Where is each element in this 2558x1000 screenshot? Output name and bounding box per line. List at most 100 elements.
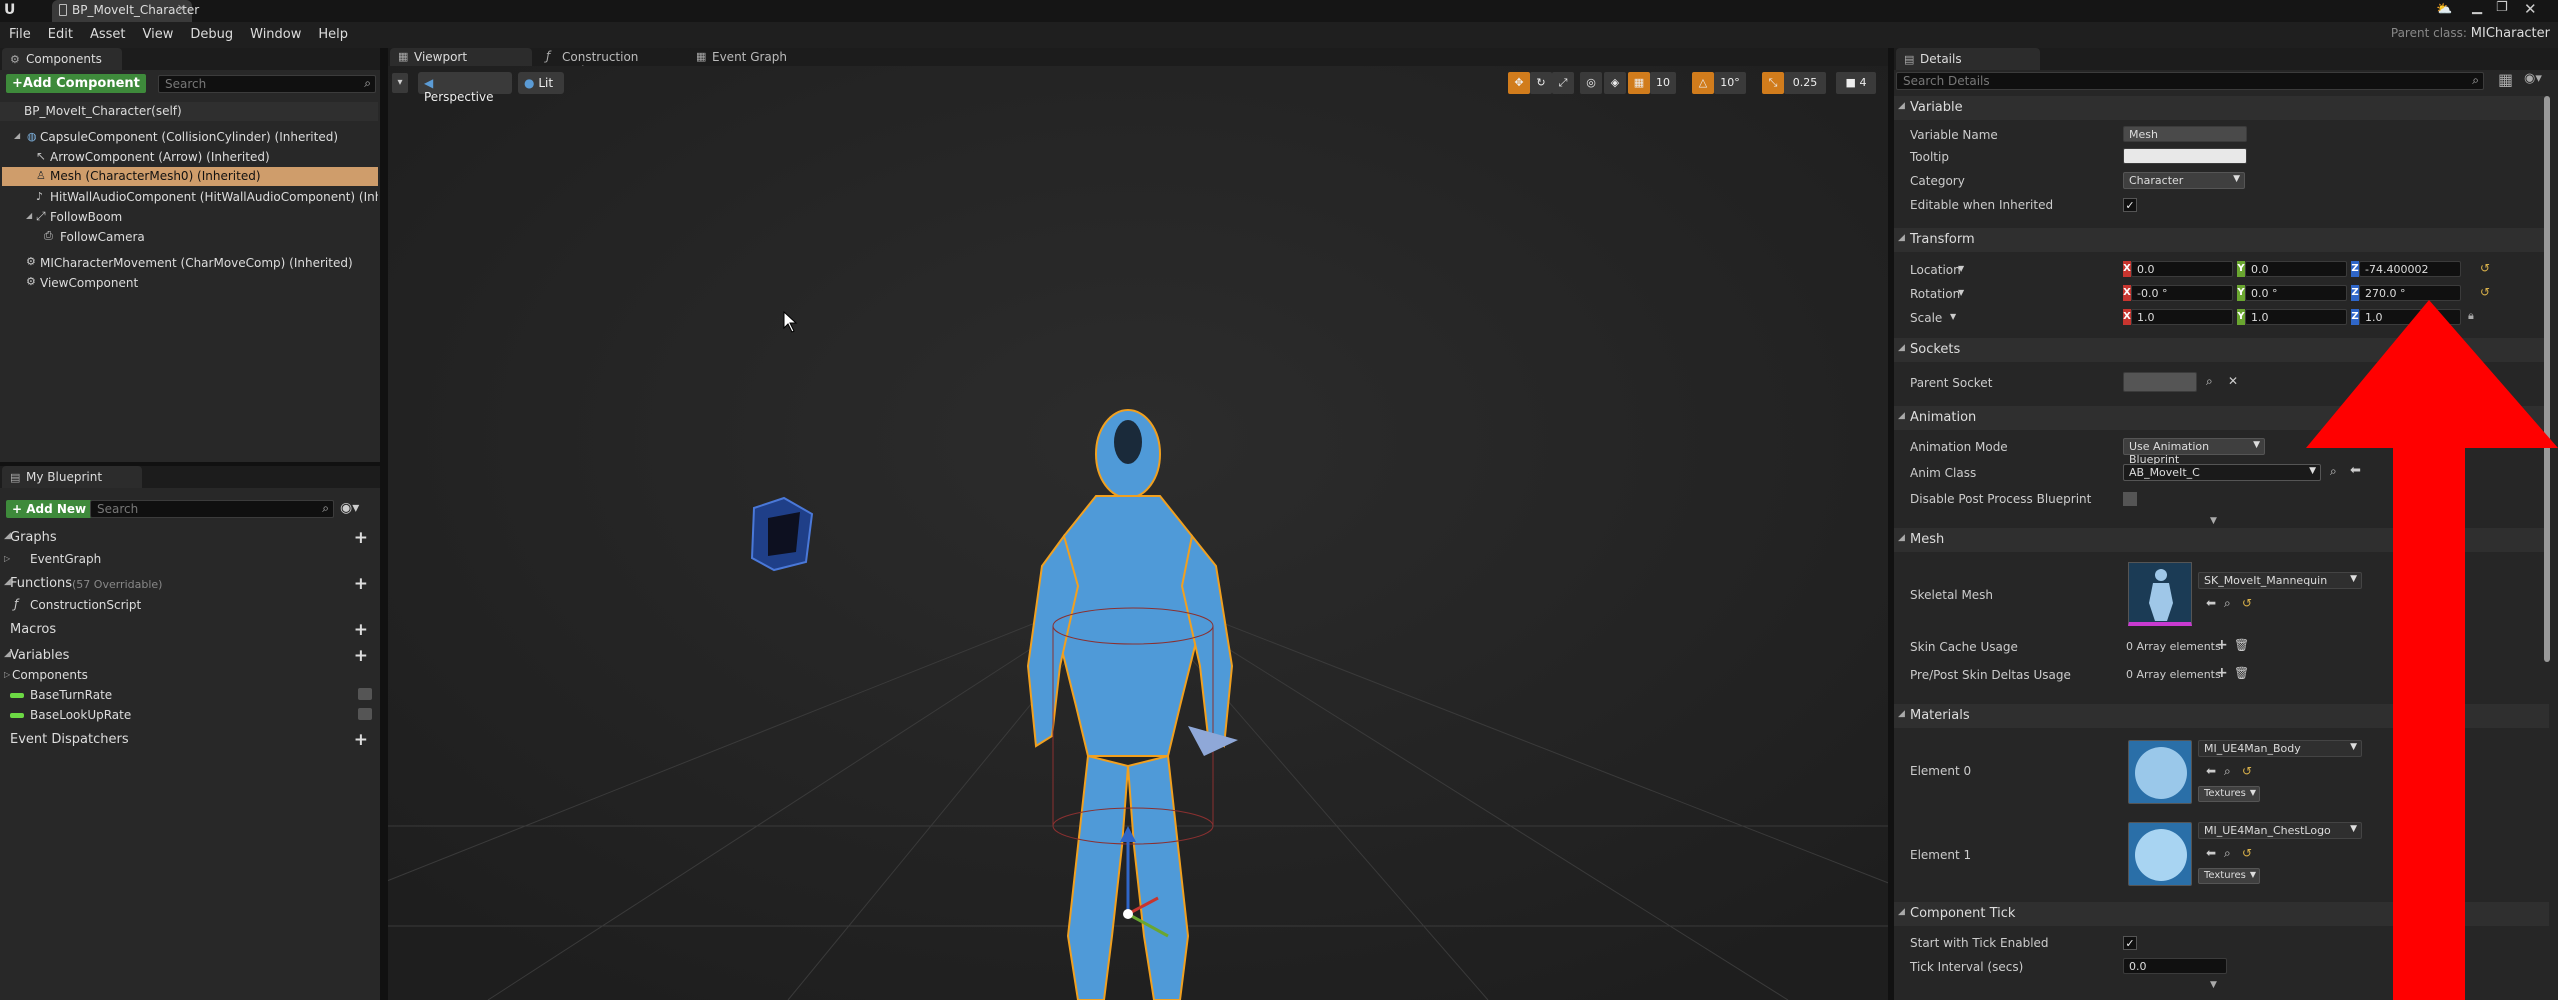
disable-post-process-checkbox[interactable] [2123,492,2137,506]
category-dropdown[interactable]: Character ▼ [2123,172,2245,189]
tab-viewport[interactable]: ▦ Viewport [390,48,532,66]
components-search-input[interactable]: Search ⌕ [158,75,376,93]
material-0-thumbnail[interactable] [2128,740,2192,804]
tree-item-self[interactable]: BP_MoveIt_Character(self) [0,102,378,121]
skeletal-mesh-thumbnail[interactable] [2128,562,2192,626]
property-matrix-icon[interactable]: ▦ [2498,70,2513,89]
functions-section[interactable]: ◢ Functions (57 Overridable) + [0,574,378,594]
tree-item-mesh[interactable]: ♙ Mesh (CharacterMesh0) (Inherited) [2,167,378,186]
tab-construction-script[interactable]: ƒ Construction Scrip [538,48,670,78]
use-selected-arrow-icon[interactable]: ⬅ [2206,846,2216,860]
trash-icon[interactable]: 🗑︎ [2234,638,2249,652]
tree-item-arrow[interactable]: ↖ ArrowComponent (Arrow) (Inherited) [0,148,378,167]
variable-section[interactable]: ◢ Variable [1894,96,2549,120]
expand-arrow-icon[interactable]: ◢ [26,211,32,220]
coordinate-space-icon[interactable]: ◎ [1580,72,1602,94]
add-graph-icon[interactable]: + [354,528,368,548]
location-y-field[interactable]: 0.0 [2245,261,2347,277]
add-component-button[interactable]: +Add Component [6,74,146,93]
tree-item-movement[interactable]: ⚙ MICharacterMovement (CharMoveComp) (In… [0,254,378,273]
menu-edit[interactable]: Edit [39,22,81,42]
add-element-icon[interactable]: + [2216,665,2228,681]
collapse-arrow-icon[interactable]: ◢ [1898,101,1905,111]
start-tick-checkbox[interactable]: ✓ [2123,936,2137,950]
rotation-snap-icon[interactable]: △ [1692,72,1714,94]
add-new-button[interactable]: + Add New [6,500,93,518]
editable-inherited-checkbox[interactable]: ✓ [2123,198,2137,212]
anim-class-dropdown[interactable]: AB_MoveIt_C ▼ [2123,464,2321,481]
collapse-arrow-icon[interactable]: ◢ [1898,343,1905,353]
rotate-tool-icon[interactable]: ↻ [1530,72,1552,94]
perspective-button[interactable]: ◀ Perspective [418,72,512,104]
menu-asset[interactable]: Asset [81,22,134,42]
tree-item-followcamera[interactable]: ⎙ FollowCamera [0,228,378,247]
graphs-section[interactable]: ◢ Graphs + [0,528,378,548]
use-selected-arrow-icon[interactable]: ⬅ [2206,764,2216,778]
event-dispatchers-section[interactable]: Event Dispatchers + [0,730,378,750]
list-item-eventgraph[interactable]: ▷ EventGraph [0,550,378,569]
maximize-icon[interactable]: ❐ [2496,0,2508,15]
close-tab-icon[interactable]: ✕ [177,2,186,15]
trash-icon[interactable]: 🗑︎ [2234,666,2249,680]
advanced-expand-icon[interactable]: ▼ [2210,980,2217,990]
variable-baseturnrate[interactable]: BaseTurnRate [0,686,378,705]
visibility-eye-icon[interactable]: ◉▾ [340,500,359,516]
collapse-arrow-icon[interactable]: ◢ [1898,907,1905,917]
list-item-constructionscript[interactable]: ƒ ConstructionScript [0,596,378,615]
source-control-icon[interactable]: ⛅ [2436,2,2452,17]
scale-x-field[interactable]: 1.0 [2131,309,2233,325]
minimize-icon[interactable]: ▁ [2472,0,2482,15]
rotation-x-field[interactable]: -0.0 ° [2131,285,2233,301]
search-icon[interactable]: ⌕ [2224,846,2231,861]
variable-baselookuprate[interactable]: BaseLookUpRate [0,706,378,725]
document-tab[interactable]: BP_MoveIt_Character ✕ [52,0,199,22]
variable-name-field[interactable]: Mesh [2123,126,2247,142]
add-dispatcher-icon[interactable]: + [354,730,368,750]
macros-section[interactable]: Macros + [0,620,378,640]
animation-mode-dropdown[interactable]: Use Animation Blueprint ▼ [2123,438,2265,466]
location-x-field[interactable]: 0.0 [2131,261,2233,277]
parent-socket-field[interactable] [2123,372,2197,392]
close-window-icon[interactable]: ✕ [2524,0,2537,18]
scale-snap-value[interactable]: 0.25 [1784,72,1826,94]
parent-class-link[interactable]: MICharacter [2471,26,2550,41]
menu-window[interactable]: Window [241,22,309,42]
tab-my-blueprint[interactable]: ▤ My Blueprint [2,466,142,488]
lit-button[interactable]: ● Lit [518,72,564,94]
visibility-toggle-icon[interactable] [358,708,372,720]
search-icon[interactable]: ⌕ [2224,764,2231,779]
textures-1-dropdown[interactable]: Textures ▼ [2198,868,2260,884]
clear-icon[interactable]: ✕ [2228,374,2238,388]
collapse-arrow-icon[interactable]: ◢ [1898,233,1905,243]
grid-snap-value[interactable]: 10 [1650,72,1676,94]
reset-to-default-icon[interactable]: ↺ [2242,596,2252,610]
transform-section[interactable]: ◢ Transform [1894,228,2549,252]
location-dropdown[interactable]: Location [1910,263,1961,277]
use-selected-arrow-icon[interactable]: ⬅ [2206,596,2216,610]
advanced-expand-icon[interactable]: ▼ [2210,516,2217,526]
location-z-field[interactable]: -74.400002 [2359,261,2461,277]
rotation-y-field[interactable]: 0.0 ° [2245,285,2347,301]
tree-item-followboom[interactable]: ◢ ⤢ FollowBoom [0,208,378,227]
tab-components[interactable]: ⚙ Components [2,48,122,70]
rotation-dropdown[interactable]: Rotation [1910,287,1960,301]
details-search-input[interactable]: Search Details ⌕ [1896,72,2484,90]
scale-snap-icon[interactable]: ⤡ [1762,72,1784,94]
reset-to-default-icon[interactable]: ↺ [2242,764,2252,778]
tab-details[interactable]: ▤ Details [1896,48,2040,70]
menu-debug[interactable]: Debug [181,22,241,42]
rotation-snap-value[interactable]: 10° [1714,72,1746,94]
vertical-splitter[interactable] [380,48,388,1000]
viewport-scene[interactable] [388,66,1888,1000]
rotation-z-field[interactable]: 270.0 ° [2359,285,2461,301]
scale-tool-icon[interactable]: ⤢ [1552,72,1574,94]
search-icon[interactable]: ⌕ [2206,374,2213,389]
reset-to-default-icon[interactable]: ↺ [2480,285,2490,299]
menu-file[interactable]: File [0,22,39,42]
expand-arrow-icon[interactable]: ◢ [14,131,20,140]
camera-speed-button[interactable]: ■ 4 [1836,72,1876,94]
viewport[interactable] [388,66,1888,1000]
translate-tool-icon[interactable]: ✥ [1508,72,1530,94]
tooltip-field[interactable] [2123,148,2247,164]
expand-arrow-icon[interactable]: ▷ [4,670,10,679]
